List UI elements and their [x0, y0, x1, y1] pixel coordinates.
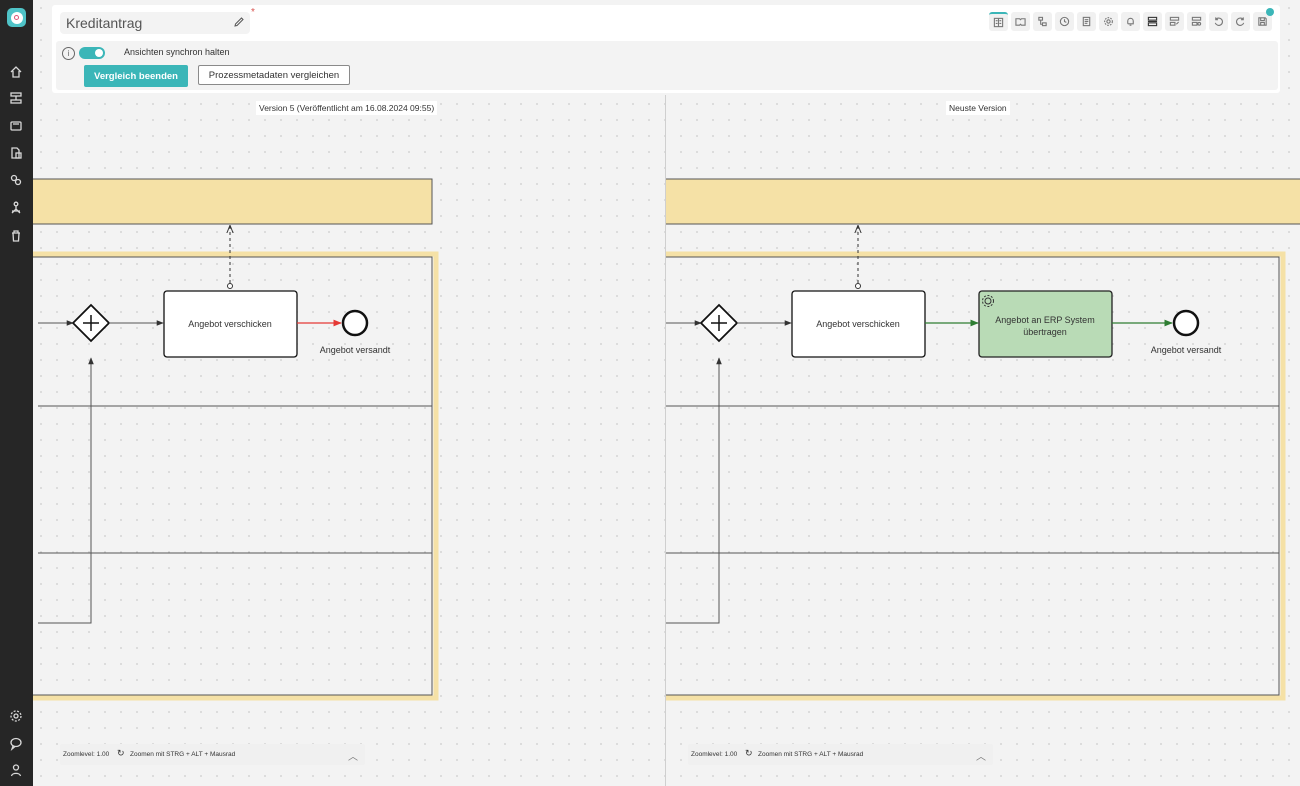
- redo-icon[interactable]: [1231, 12, 1250, 31]
- layout-edit-icon[interactable]: [1165, 12, 1184, 31]
- added-task-label-line1: Angebot an ERP System: [995, 315, 1094, 325]
- compare-options-bar: i Ansichten synchron halten Vergleich be…: [56, 41, 1278, 90]
- saved-check-icon: [1266, 8, 1274, 16]
- compare-metadata-button[interactable]: Prozessmetadaten vergleichen: [198, 65, 350, 85]
- sync-views-label: Ansichten synchron halten: [124, 47, 230, 57]
- clock-icon[interactable]: [1055, 12, 1074, 31]
- pencil-icon[interactable]: [233, 16, 245, 28]
- document-icon[interactable]: [1077, 12, 1096, 31]
- zoom-bar-right: Zoomlevel: 1.00 ↻ Zoomen mit STRG + ALT …: [688, 744, 993, 765]
- book-icon[interactable]: [1011, 12, 1030, 31]
- zoom-hint: Zoomen mit STRG + ALT + Mausrad: [758, 751, 864, 758]
- zoom-level-label: Zoomlevel: 1.00: [691, 751, 738, 758]
- info-icon[interactable]: i: [62, 47, 75, 60]
- bell-icon[interactable]: [1121, 12, 1140, 31]
- zoom-hint: Zoomen mit STRG + ALT + Mausrad: [130, 751, 236, 758]
- undo-icon[interactable]: [1209, 12, 1228, 31]
- task-label: Angebot verschicken: [816, 319, 900, 329]
- diagram-layer: Angebot verschicken Angebot versandt Ang…: [20, 178, 1300, 701]
- chevron-up-icon[interactable]: ︿: [976, 748, 986, 763]
- layout-icon[interactable]: [1143, 12, 1162, 31]
- collapsed-pool-left[interactable]: [20, 178, 433, 225]
- hierarchy-icon[interactable]: [1033, 12, 1052, 31]
- compare-icon[interactable]: [989, 12, 1008, 31]
- end-event-label: Angebot versandt: [320, 345, 391, 355]
- editor-toolbar: [989, 12, 1272, 31]
- end-event-right[interactable]: [1172, 309, 1200, 337]
- reset-zoom-icon[interactable]: ↻: [117, 748, 125, 759]
- reset-zoom-icon[interactable]: ↻: [745, 748, 753, 759]
- sync-views-toggle[interactable]: [79, 47, 105, 59]
- chevron-up-icon[interactable]: ︿: [348, 748, 358, 763]
- parallel-gateway-right[interactable]: [699, 303, 739, 343]
- right-version-label: Neuste Version: [946, 101, 1010, 115]
- unsaved-marker: *: [251, 7, 255, 18]
- task-label: Angebot verschicken: [188, 319, 272, 329]
- gear-icon[interactable]: [1099, 12, 1118, 31]
- parallel-gateway-left[interactable]: [71, 303, 111, 343]
- zoom-bar-left: Zoomlevel: 1.00 ↻ Zoomen mit STRG + ALT …: [60, 744, 365, 765]
- message-flow-start: [227, 283, 233, 289]
- process-title: Kreditantrag: [66, 15, 143, 31]
- added-task-label-line2: übertragen: [1023, 327, 1067, 337]
- end-compare-button[interactable]: Vergleich beenden: [84, 65, 188, 87]
- message-flow-start: [855, 283, 861, 289]
- left-version-label: Version 5 (Veröffentlicht am 16.08.2024 …: [256, 101, 438, 115]
- sequence-flow[interactable]: [38, 357, 94, 624]
- end-event-label: Angebot versandt: [1151, 345, 1222, 355]
- sequence-flow[interactable]: [666, 357, 722, 624]
- collapsed-pool-right[interactable]: [654, 178, 1300, 225]
- process-title-field[interactable]: Kreditantrag: [60, 12, 250, 34]
- end-event-left[interactable]: [341, 309, 369, 337]
- layout-settings-icon[interactable]: [1187, 12, 1206, 31]
- zoom-level-label: Zoomlevel: 1.00: [63, 751, 110, 758]
